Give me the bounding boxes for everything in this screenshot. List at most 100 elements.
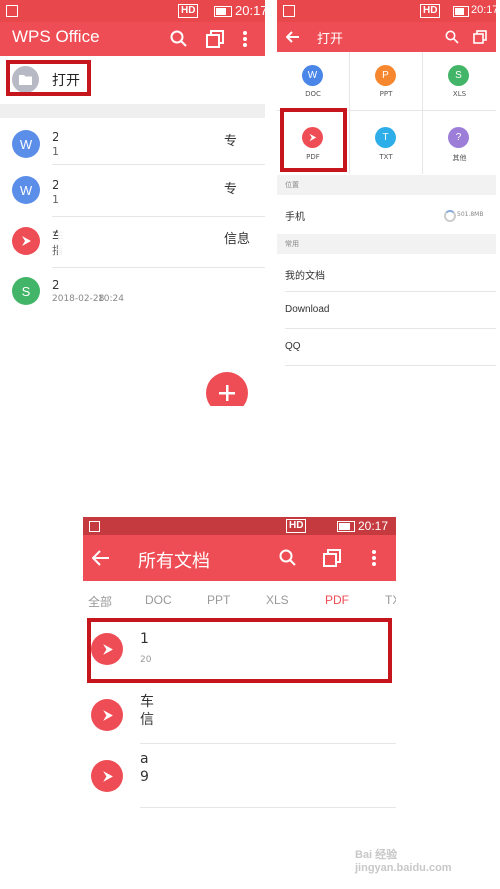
tab-all[interactable]: 全部 <box>88 593 112 610</box>
search-icon[interactable] <box>279 549 297 567</box>
divider <box>52 267 265 268</box>
xls-icon: S <box>12 277 40 305</box>
common-item-label: 我的文档 <box>285 271 325 282</box>
filter-tabs: 全部 DOC PPT XLS PDF TX <box>83 581 396 617</box>
hd-badge: HD <box>178 4 199 18</box>
hd-badge: HD <box>286 519 307 533</box>
all-docs-panel: HD 20:17 所有文档 全部 DOC PPT XLS PDF TX 1 20… <box>83 517 396 889</box>
file-name-tail: 专 <box>224 134 238 149</box>
ppt-icon: P <box>375 65 396 86</box>
battery-icon <box>214 6 232 17</box>
file-date: 2018-02-28 <box>52 294 105 304</box>
wps-home-panel: HD 20:17 WPS Office 打开 W 2 1 专 W 2 1 专 车… <box>0 0 265 406</box>
pdf-icon <box>12 227 40 255</box>
app-bar: 所有文档 <box>83 535 396 581</box>
common-item-label: Download <box>285 304 330 315</box>
type-label: XLS <box>452 90 467 98</box>
pdf-file-row[interactable]: 车 信 <box>83 683 396 745</box>
more-menu-icon[interactable] <box>371 549 377 567</box>
page-title: 打开 <box>317 32 344 47</box>
type-label: TXT <box>379 153 393 161</box>
more-menu-icon[interactable] <box>242 30 248 48</box>
screenshot-icon <box>283 5 295 17</box>
tab-xls[interactable]: XLS <box>266 593 289 607</box>
common-item-my-docs[interactable]: 我的文档 <box>277 255 496 291</box>
doc-icon: W <box>302 65 323 86</box>
phone-label: 手机 <box>285 212 305 223</box>
tab-doc[interactable]: DOC <box>145 593 172 607</box>
type-xls[interactable]: S XLS <box>423 52 496 110</box>
battery-icon <box>337 521 355 532</box>
section-gap <box>0 104 265 118</box>
type-txt[interactable]: T TXT <box>350 111 422 174</box>
common-item-download[interactable]: Download <box>277 292 496 328</box>
type-doc[interactable]: W DOC <box>277 52 349 110</box>
txt-icon: T <box>375 127 396 148</box>
open-highlight-box <box>6 60 91 96</box>
screenshot-icon <box>89 521 100 532</box>
type-other[interactable]: ? 其他 <box>423 111 496 174</box>
section-header-location: 位置 <box>277 175 496 195</box>
status-bar: HD 20:17 <box>277 0 496 22</box>
file-name-fragment: a <box>140 751 149 767</box>
multi-window-icon[interactable] <box>323 549 341 567</box>
divider <box>52 216 265 217</box>
tab-pdf[interactable]: PDF <box>325 593 349 607</box>
file-name-tail: 信息 <box>224 232 251 247</box>
type-label: DOC <box>305 90 321 98</box>
back-arrow-icon[interactable] <box>286 31 300 43</box>
watermark-text: Bai 经验 jingyan.baidu.com <box>355 849 452 874</box>
xls-icon: S <box>448 65 469 86</box>
clock: 20:17 <box>471 4 496 16</box>
type-label: PPT <box>379 90 393 98</box>
common-item-qq[interactable]: QQ <box>277 329 496 365</box>
phone-size: 501.8MB <box>457 211 484 218</box>
pdf-file-row[interactable]: a 9 <box>83 745 396 807</box>
multi-window-icon[interactable] <box>206 30 224 48</box>
status-bar: HD 20:17 <box>83 517 396 535</box>
add-fab-button[interactable] <box>206 372 248 406</box>
open-file-panel: HD 20:17 打开 W DOC P PPT S XLS PDF T TXT … <box>277 0 496 376</box>
clock: 20:17 <box>235 3 265 18</box>
pdf-icon <box>91 699 123 731</box>
pdf-icon <box>91 760 123 792</box>
back-arrow-icon[interactable] <box>92 550 110 566</box>
phone-storage-row[interactable]: 手机 501.8MB <box>277 196 496 232</box>
pdf-row-highlight-box <box>87 618 392 683</box>
doc-icon: W <box>12 130 40 158</box>
app-bar: 打开 <box>277 22 496 52</box>
divider <box>140 807 396 808</box>
file-time: 10:24 <box>98 294 124 304</box>
file-date-fragment: 信 <box>140 712 154 728</box>
type-label: 其他 <box>452 154 467 162</box>
page-title: 所有文档 <box>138 551 210 572</box>
multi-window-icon[interactable] <box>473 30 487 44</box>
tab-txt[interactable]: TX <box>385 593 396 607</box>
file-name-fragment: 车 <box>140 694 154 710</box>
divider <box>52 164 265 165</box>
battery-icon <box>453 6 469 17</box>
type-ppt[interactable]: P PPT <box>350 52 422 110</box>
clock: 20:17 <box>358 519 389 533</box>
status-bar: HD 20:17 <box>0 0 265 22</box>
file-name-tail: 专 <box>224 182 238 197</box>
section-label: 常用 <box>285 240 299 248</box>
storage-ring-icon <box>444 210 456 222</box>
divider <box>140 743 396 744</box>
app-bar: WPS Office <box>0 22 265 56</box>
redacted-area <box>58 118 218 286</box>
divider <box>285 365 496 366</box>
screenshot-icon <box>6 5 18 17</box>
section-header-common: 常用 <box>277 234 496 254</box>
search-icon[interactable] <box>445 30 459 44</box>
tab-ppt[interactable]: PPT <box>207 593 230 607</box>
section-label: 位置 <box>285 181 299 189</box>
search-icon[interactable] <box>170 30 188 48</box>
common-item-label: QQ <box>285 341 301 352</box>
hd-badge: HD <box>420 4 441 18</box>
other-icon: ? <box>448 127 469 148</box>
pdf-highlight-box <box>280 108 347 172</box>
baidu-watermark: Bai 经验 jingyan.baidu.com <box>355 842 495 886</box>
doc-icon: W <box>12 176 40 204</box>
app-title: WPS Office <box>12 27 100 46</box>
